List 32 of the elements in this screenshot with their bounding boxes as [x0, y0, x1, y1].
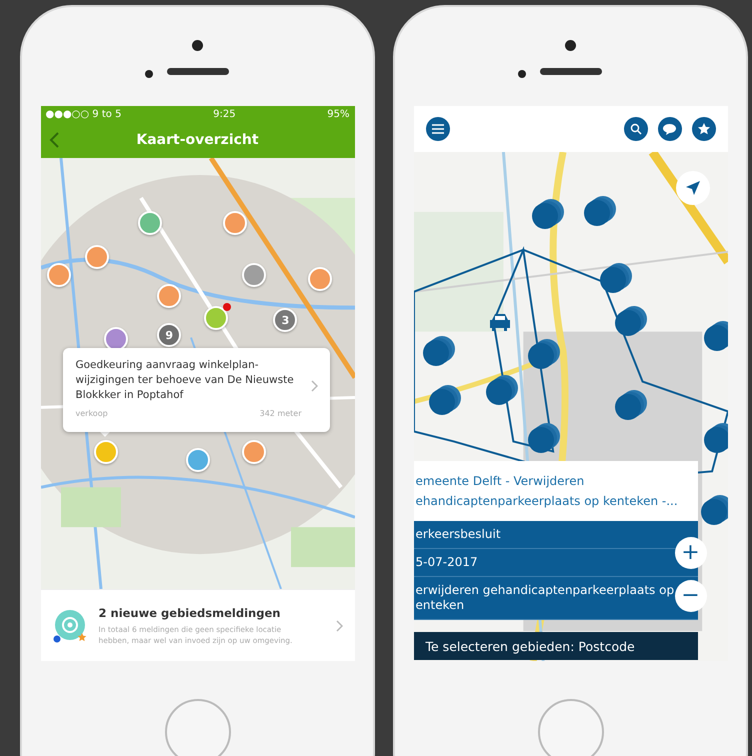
- menu-button[interactable]: [426, 117, 450, 141]
- speech-bubble-icon: [663, 124, 676, 134]
- navigation-arrow-icon: [686, 181, 700, 195]
- car-icon: [488, 313, 510, 331]
- chevron-icon: [336, 620, 342, 632]
- camera-icon: [192, 40, 203, 51]
- speaker-icon: [166, 68, 228, 75]
- notice-title: 2 nieuwe gebiedsmeldingen: [98, 606, 282, 620]
- camera-icon: [565, 40, 576, 51]
- detail-title: emeente Delft - Verwijderen: [416, 473, 586, 490]
- chat-button[interactable]: [658, 117, 682, 141]
- search-button[interactable]: [624, 117, 648, 141]
- detail-title: ehandicaptenparkeerplaats op kenteken -...: [416, 493, 679, 510]
- star-button[interactable]: [692, 117, 716, 141]
- chevron-icon: [310, 380, 318, 392]
- battery-level: 95%: [327, 108, 350, 120]
- status-time: 9:25: [213, 108, 236, 120]
- search-icon: [630, 123, 642, 135]
- radar-icon: [52, 608, 86, 642]
- sensor-icon: [518, 70, 526, 78]
- sensor-icon: [144, 70, 152, 78]
- screen-title: Kaart-overzicht: [136, 132, 259, 148]
- carrier-label: ●●●○○ 9 to 5: [46, 108, 122, 120]
- menu-icon: [432, 124, 444, 134]
- star-icon: [698, 123, 710, 135]
- speaker-icon: [540, 68, 602, 75]
- detail-header[interactable]: emeente Delft - Verwijderen ehandicaptenparkeerplaats op kenteken -...: [414, 461, 698, 521]
- popup-category: verkoop: [76, 409, 108, 418]
- popup-title: Goedkeuring aanvraag winkelplan-wijzigingen ter behoeve van De Nieuwste Blokkker in Poptahof: [76, 358, 295, 403]
- area-selection-label: Te selecteren gebieden: Postcode: [426, 638, 635, 654]
- popup-card[interactable]: Goedkeuring aanvraag winkelplan-wijzigingen ter behoeve van De Nieuwste Blokkker in Poptahof verkoop 342 meter: [62, 348, 330, 432]
- popup-distance: 342 meter: [260, 409, 302, 418]
